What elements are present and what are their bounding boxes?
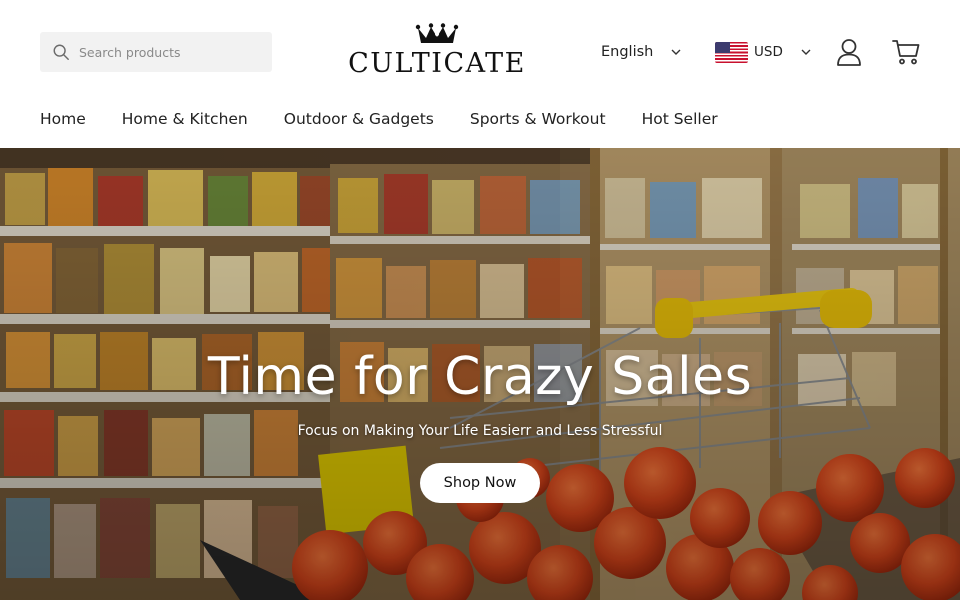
chevron-down-icon (671, 49, 681, 55)
search-bar[interactable] (40, 32, 272, 72)
search-icon[interactable] (52, 43, 70, 61)
language-label: English (601, 44, 654, 60)
language-selector[interactable]: English (601, 40, 681, 64)
cart-icon[interactable] (892, 39, 920, 65)
chevron-down-icon (801, 49, 811, 55)
site-header: CULTICATE English USD Home Home & Kitche… (0, 0, 960, 148)
hero-subtitle: Focus on Making Your Life Easierr and Le… (297, 423, 663, 439)
nav-item-hot-seller[interactable]: Hot Seller (642, 108, 718, 130)
currency-selector[interactable]: USD (715, 40, 811, 64)
site-logo[interactable]: CULTICATE (348, 22, 526, 82)
nav-item-outdoor-gadgets[interactable]: Outdoor & Gadgets (284, 108, 434, 130)
search-input[interactable] (79, 44, 259, 60)
user-icon[interactable] (836, 38, 862, 66)
nav-item-home-kitchen[interactable]: Home & Kitchen (122, 108, 248, 130)
us-flag-icon (715, 41, 748, 63)
hero-title: Time for Crazy Sales (207, 347, 753, 407)
nav-item-home[interactable]: Home (40, 108, 86, 130)
currency-label: USD (754, 44, 783, 60)
hero-banner: Time for Crazy Sales Focus on Making You… (0, 148, 960, 600)
shop-now-button[interactable]: Shop Now (420, 463, 540, 503)
main-nav: Home Home & Kitchen Outdoor & Gadgets Sp… (40, 108, 754, 130)
logo-text: CULTICATE (348, 48, 526, 79)
crown-icon (415, 23, 459, 43)
nav-item-sports-workout[interactable]: Sports & Workout (470, 108, 606, 130)
